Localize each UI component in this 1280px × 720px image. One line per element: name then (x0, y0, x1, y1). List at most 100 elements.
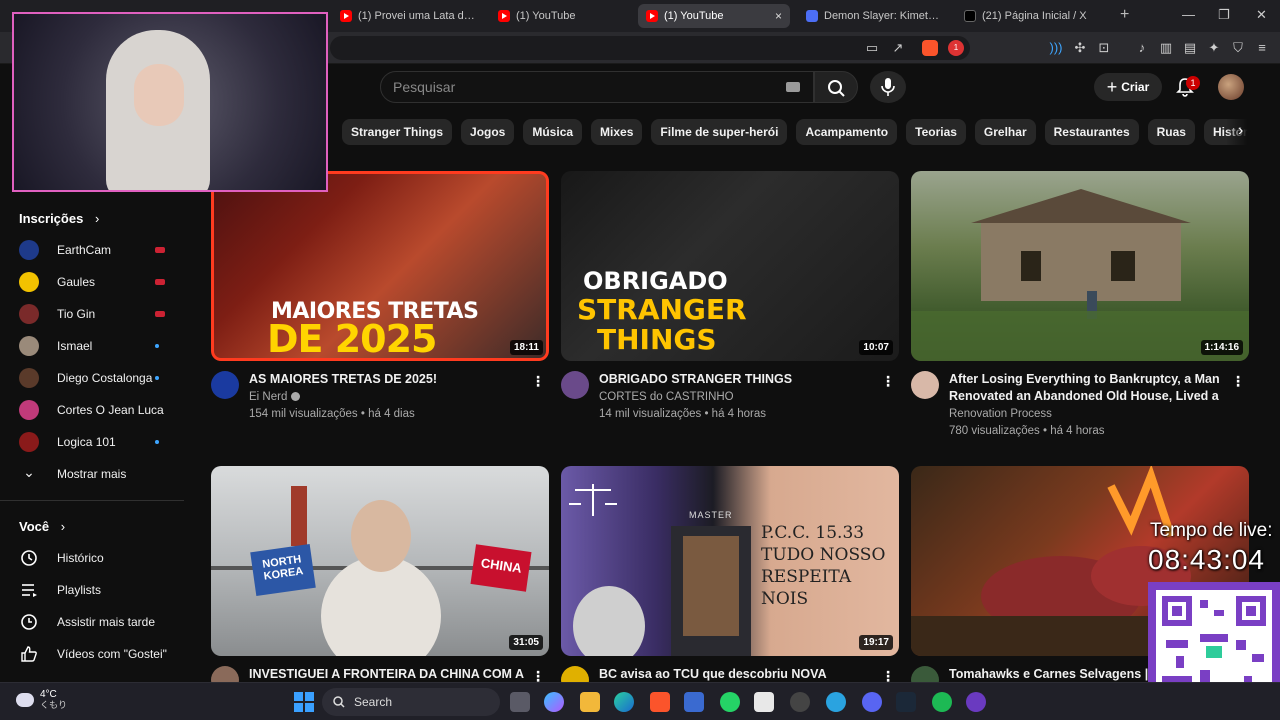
x-favicon-icon (964, 10, 976, 22)
cast-icon[interactable]: ▭ (864, 40, 880, 56)
file-explorer-icon[interactable] (580, 692, 600, 712)
minimize-icon[interactable]: — (1182, 7, 1195, 22)
subscriptions-title[interactable]: Inscrições › (19, 211, 99, 226)
chip[interactable]: Grelhar (974, 119, 1036, 145)
sidebar-item-logica-101[interactable]: Logica 101 (19, 430, 169, 454)
video-thumbnail[interactable]: OBRIGADO STRANGER THINGS 10:07 (561, 171, 899, 361)
sidebar-item-earthcam[interactable]: EarthCam (19, 238, 169, 262)
browser-tab-active[interactable]: (1) YouTube × (638, 4, 790, 28)
app-icon[interactable] (966, 692, 986, 712)
taskbar-search[interactable]: Search (322, 688, 500, 716)
video-channel[interactable]: CORTES do CASTRINHO (599, 391, 734, 403)
sidebar-item-liked-videos[interactable]: Vídeos com "Gostei" (19, 642, 169, 666)
chip[interactable]: Música (523, 119, 583, 145)
brave-shield-icon[interactable] (922, 40, 938, 56)
discord-icon[interactable] (862, 692, 882, 712)
browser-tab[interactable]: (1) Provei uma Lata de Com (332, 4, 484, 28)
chip[interactable]: Jogos (461, 119, 515, 145)
sidebar-item-tio-gin[interactable]: Tio Gin (19, 302, 169, 326)
sidebar-item-label: Ismael (57, 339, 93, 353)
chip[interactable]: Teorias (906, 119, 966, 145)
channel-avatar (19, 336, 39, 356)
sidebar-item-diego-costalonga[interactable]: Diego Costalonga (19, 366, 169, 390)
copilot-icon[interactable] (544, 692, 564, 712)
channel-avatar[interactable] (561, 371, 589, 399)
create-button[interactable]: + Criar (1094, 73, 1162, 101)
video-thumbnail[interactable]: NORTH KOREA CHINA 31:05 (211, 466, 549, 656)
capcut-icon[interactable] (754, 692, 774, 712)
close-window-icon[interactable]: ✕ (1256, 7, 1267, 23)
more-options-icon[interactable]: ⋮ (531, 373, 545, 390)
video-thumbnail[interactable]: 1:14:16 (911, 171, 1249, 361)
edge-icon[interactable] (614, 692, 634, 712)
search-button[interactable] (814, 71, 858, 103)
more-options-icon[interactable]: ⋮ (1231, 373, 1245, 390)
leo-ai-icon[interactable]: ✦ (1206, 40, 1222, 56)
video-title[interactable]: After Losing Everything to Bankruptcy, a… (949, 371, 1229, 405)
channel-avatar[interactable] (911, 371, 939, 399)
chip[interactable]: Stranger Things (342, 119, 453, 145)
more-options-icon[interactable]: ⋮ (881, 373, 895, 390)
browser-tab[interactable]: (1) YouTube (490, 4, 638, 28)
extensions-icon[interactable]: ✣ (1072, 40, 1088, 56)
voice-search-button[interactable] (870, 71, 906, 103)
video-thumbnail[interactable]: MASTER P.C.C. 15.33 TUDO NOSSO RESPEITA … (561, 466, 899, 656)
brave-rewards-icon[interactable]: 1 (948, 40, 964, 56)
windows-start-icon[interactable] (294, 692, 314, 712)
telegram-icon[interactable] (826, 692, 846, 712)
new-tab-icon[interactable]: + (1120, 6, 1129, 24)
screenshot-icon[interactable]: ⊡ (1096, 40, 1112, 56)
sidebar-item-ismael[interactable]: Ismael (19, 334, 169, 358)
browser-tab[interactable]: (21) Página Inicial / X (956, 4, 1114, 28)
search-input[interactable] (381, 72, 813, 102)
sidebar-item-watch-later[interactable]: Assistir mais tarde (19, 610, 169, 634)
share-icon[interactable]: ↗ (890, 40, 906, 56)
video-title[interactable]: INVESTIGUEI A FRONTEIRA DA CHINA COM A (249, 666, 529, 683)
whatsapp-icon[interactable] (720, 692, 740, 712)
show-more-button[interactable]: ⌄ Mostrar mais (19, 462, 169, 486)
obs-icon[interactable] (790, 692, 810, 712)
tab-label: (21) Página Inicial / X (982, 10, 1087, 22)
channel-avatar[interactable] (211, 371, 239, 399)
sidebar-item-playlists[interactable]: Playlists (19, 578, 169, 602)
sidebar-item-cortes-o-jean-luca[interactable]: Cortes O Jean Luca (19, 398, 169, 422)
chip[interactable]: Restaurantes (1044, 119, 1139, 145)
close-tab-icon[interactable]: × (775, 9, 782, 23)
wifi-icon[interactable]: ))) (1048, 40, 1064, 56)
menu-icon[interactable]: ≡ (1254, 40, 1270, 56)
video-card[interactable]: OBRIGADO STRANGER THINGS 10:07 OBRIGADO … (561, 171, 899, 443)
sidebar-item-label: Tio Gin (57, 307, 96, 321)
wallet-icon[interactable]: ▤ (1182, 40, 1198, 56)
chevron-right-icon[interactable]: › (1238, 122, 1243, 140)
mail-icon[interactable] (684, 692, 704, 712)
video-channel[interactable]: Ei Nerd (249, 391, 301, 403)
media-icon[interactable]: ♪ (1134, 40, 1150, 56)
chip[interactable]: Acampamento (796, 119, 898, 145)
chevron-down-icon: ⌄ (23, 464, 35, 480)
weather-widget[interactable]: 4°C くもり (16, 689, 67, 711)
steam-icon[interactable] (896, 692, 916, 712)
vpn-icon[interactable]: ⛉ (1230, 40, 1246, 56)
video-card[interactable]: MAIORES TRETAS DE 2025 18:11 AS MAIORES … (211, 171, 549, 443)
browser-tab[interactable]: Demon Slayer: Kimetsu no Y (798, 4, 948, 28)
playlist-icon (22, 584, 37, 597)
account-avatar[interactable] (1218, 74, 1244, 100)
video-card[interactable]: 1:14:16 After Losing Everything to Bankr… (911, 171, 1249, 443)
video-channel[interactable]: Renovation Process (949, 408, 1052, 420)
sidebar-item-history[interactable]: Histórico (19, 546, 169, 570)
sidebar-item-gaules[interactable]: Gaules (19, 270, 169, 294)
chip[interactable]: Mixes (591, 119, 643, 145)
chip[interactable]: Filme de super-herói (651, 119, 788, 145)
spotify-icon[interactable] (932, 692, 952, 712)
task-view-icon[interactable] (510, 692, 530, 712)
maximize-icon[interactable]: ❐ (1218, 7, 1230, 23)
sidebar-toggle-icon[interactable]: ▥ (1158, 40, 1174, 56)
you-section-title[interactable]: Você › (19, 519, 65, 534)
brave-icon[interactable] (650, 692, 670, 712)
chip[interactable]: Ruas (1147, 119, 1195, 145)
video-thumbnail[interactable]: MAIORES TRETAS DE 2025 18:11 (211, 171, 549, 361)
verified-badge-icon (291, 392, 301, 402)
video-title[interactable]: OBRIGADO STRANGER THINGS (599, 371, 879, 388)
video-title[interactable]: AS MAIORES TRETAS DE 2025! (249, 371, 529, 388)
keyboard-icon[interactable] (786, 82, 800, 92)
